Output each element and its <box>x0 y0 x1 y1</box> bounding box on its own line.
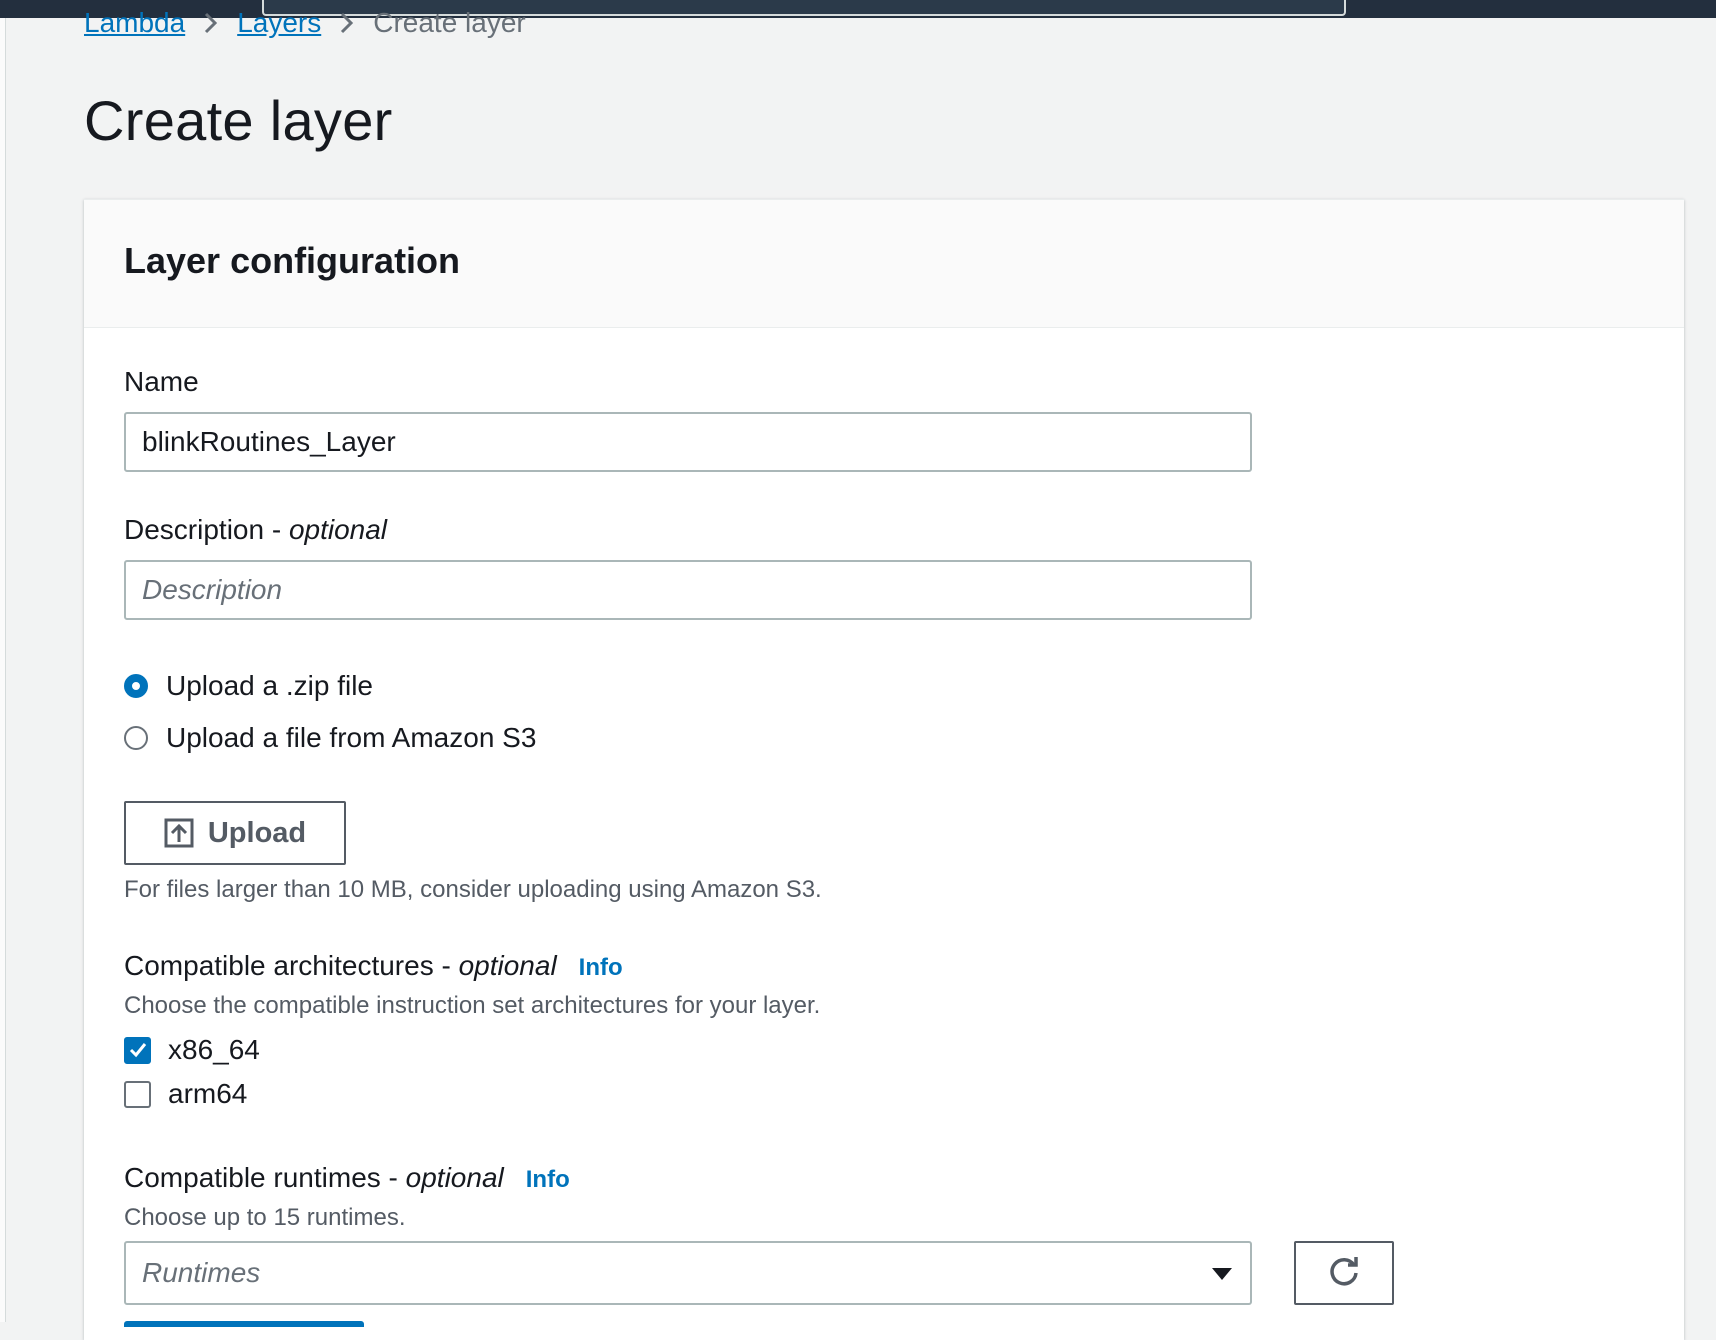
radio-upload-zip-label: Upload a .zip file <box>166 670 374 701</box>
runtimes-label: Compatible runtimes - optional Info <box>124 1162 570 1194</box>
runtimes-select-placeholder: Runtimes <box>142 1257 261 1288</box>
optional-text: optional <box>458 950 557 981</box>
checkbox-x86-64[interactable]: x86_64 <box>124 1034 260 1066</box>
breadcrumb-layers[interactable]: Layers <box>237 7 321 39</box>
architectures-description: Choose the compatible instruction set ar… <box>124 992 821 1019</box>
checkbox-checked-indicator[interactable] <box>124 1036 151 1064</box>
upload-icon <box>164 818 194 848</box>
chevron-right-icon <box>185 11 237 35</box>
upload-hint: For files larger than 10 MB, consider up… <box>124 876 822 903</box>
upload-button[interactable]: Upload <box>124 801 346 865</box>
checkbox-arm64-label: arm64 <box>168 1078 248 1109</box>
radio-selected-indicator[interactable] <box>124 674 148 698</box>
layer-configuration-panel: Layer configuration Name Description - o… <box>84 199 1684 1340</box>
architectures-info-link[interactable]: Info <box>579 954 623 981</box>
optional-text: optional <box>288 514 388 545</box>
checkbox-unchecked-indicator[interactable] <box>124 1080 151 1108</box>
optional-text: optional <box>405 1162 504 1193</box>
checkbox-x86-64-label: x86_64 <box>168 1034 260 1065</box>
caret-down-icon <box>1210 1257 1234 1289</box>
runtimes-select[interactable]: Runtimes <box>124 1241 1252 1305</box>
runtimes-description: Choose up to 15 runtimes. <box>124 1204 406 1231</box>
panel-title: Layer configuration <box>124 240 461 281</box>
description-input[interactable] <box>124 560 1252 620</box>
page-title: Create layer <box>84 89 393 152</box>
radio-upload-s3[interactable]: Upload a file from Amazon S3 <box>124 722 536 754</box>
runtimes-info-link[interactable]: Info <box>526 1166 570 1193</box>
chevron-right-icon <box>321 11 373 35</box>
description-label-text: Description - <box>124 514 289 545</box>
architectures-label: Compatible architectures - optional Info <box>124 950 623 982</box>
breadcrumb-current: Create layer <box>373 7 526 38</box>
radio-unselected-indicator[interactable] <box>124 726 148 750</box>
panel-header: Layer configuration <box>84 200 1684 328</box>
upload-button-label: Upload <box>207 816 307 849</box>
name-input[interactable] <box>124 412 1252 472</box>
checkbox-arm64[interactable]: arm64 <box>124 1078 247 1110</box>
breadcrumb: Lambda Layers Create layer <box>84 6 526 40</box>
description-label: Description - optional <box>124 514 387 546</box>
side-nav-edge <box>0 18 6 1322</box>
radio-upload-zip[interactable]: Upload a .zip file <box>124 670 373 702</box>
architectures-label-text: Compatible architectures - <box>124 950 459 981</box>
radio-upload-s3-label: Upload a file from Amazon S3 <box>166 722 537 753</box>
breadcrumb-lambda[interactable]: Lambda <box>84 7 185 39</box>
name-label: Name <box>124 366 199 397</box>
runtimes-label-text: Compatible runtimes - <box>124 1162 406 1193</box>
refresh-runtimes-button[interactable] <box>1294 1241 1394 1305</box>
refresh-icon <box>1326 1253 1362 1294</box>
